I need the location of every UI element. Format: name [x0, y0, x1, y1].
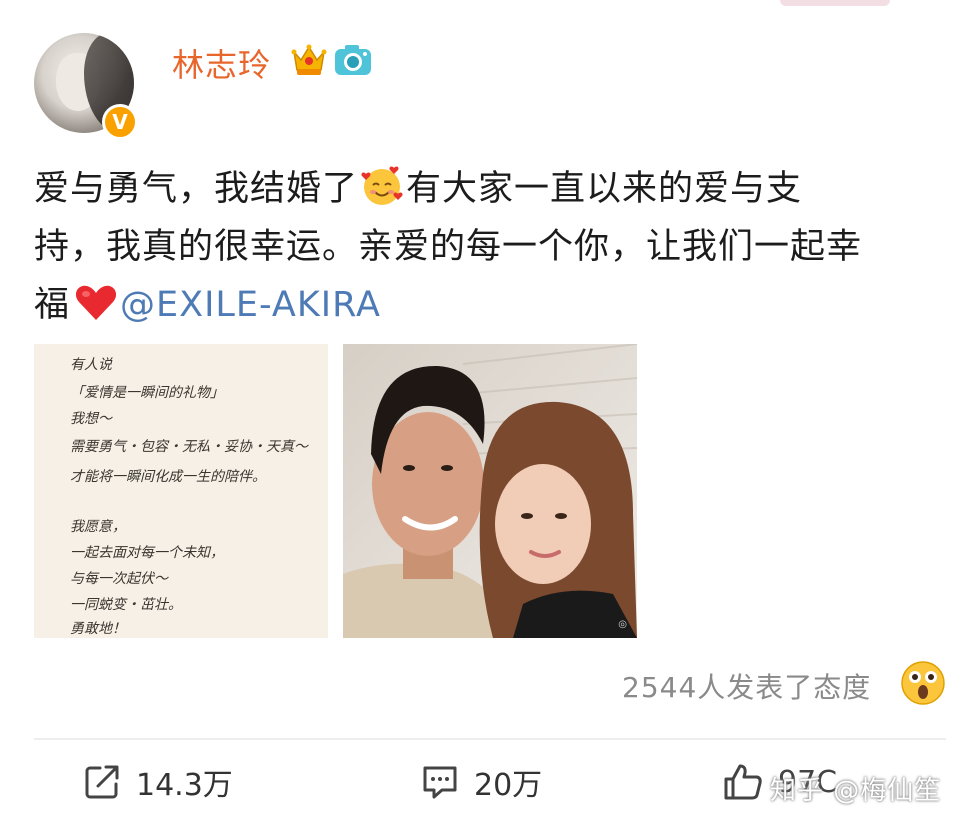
comment-count: 20万 [474, 768, 543, 803]
share-icon [85, 765, 119, 799]
smiling-face-with-hearts-icon [361, 166, 403, 205]
comment-button[interactable]: 20万 [420, 760, 542, 804]
handwritten-note-image[interactable]: 有人说 「爱情是一瞬间的礼物」 我想～ 需要勇气・包容・无私・妥协・天真～ 才能… [34, 344, 328, 638]
top-decoration [780, 0, 890, 6]
source-watermark: 知乎 @梅仙笙 [770, 776, 942, 806]
post-text-line-1a: 爱与勇气，我结婚了 [34, 169, 359, 209]
verified-badge-icon: V [102, 104, 138, 140]
note-line: 才能将一瞬间化成一生的陪伴。 [70, 469, 266, 485]
thumbs-up-icon [724, 764, 762, 800]
reaction-summary[interactable]: 2544人发表了态度 [622, 666, 871, 706]
post-text: 爱与勇气，我结婚了 有大家一直以来的爱与支 持，我真的很幸运。亲爱的每一个你，让… [34, 160, 954, 334]
couple-photo-image[interactable]: ◎ [343, 344, 637, 638]
comment-icon [423, 766, 457, 799]
post-text-line-2: 持，我真的很幸运。亲爱的每一个你，让我们一起幸 [34, 227, 863, 267]
note-line: 「爱情是一瞬间的礼物」 [70, 385, 224, 401]
note-line: 有人说 [70, 357, 112, 373]
post-text-line-1b: 有大家一直以来的爱与支 [406, 169, 803, 209]
username[interactable]: 林志玲 [172, 40, 271, 86]
note-line: 需要勇气・包容・无私・妥协・天真～ [70, 439, 308, 455]
note-line: 我想～ [70, 411, 112, 427]
note-line: 与每一次起伏～ [70, 571, 168, 587]
note-line: 勇敢地！ [70, 621, 126, 637]
crown-icon [291, 44, 327, 75]
share-button[interactable]: 14.3万 [82, 760, 233, 804]
note-line: 一同蜕变・茁壮。 [70, 597, 182, 613]
share-count: 14.3万 [136, 768, 233, 803]
mention-link[interactable]: @EXILE-AKIRA [120, 285, 381, 325]
image-watermark: ◎ [618, 619, 627, 630]
post-text-line-3a: 福 [34, 285, 71, 325]
surprised-face-icon[interactable] [900, 660, 946, 706]
note-line: 我愿意， [70, 519, 126, 535]
divider [34, 738, 946, 740]
camera-icon [335, 45, 371, 75]
red-heart-icon [75, 285, 117, 320]
note-line: 一起去面对每一个未知， [70, 545, 224, 561]
couple-photo-illustration [343, 344, 637, 638]
